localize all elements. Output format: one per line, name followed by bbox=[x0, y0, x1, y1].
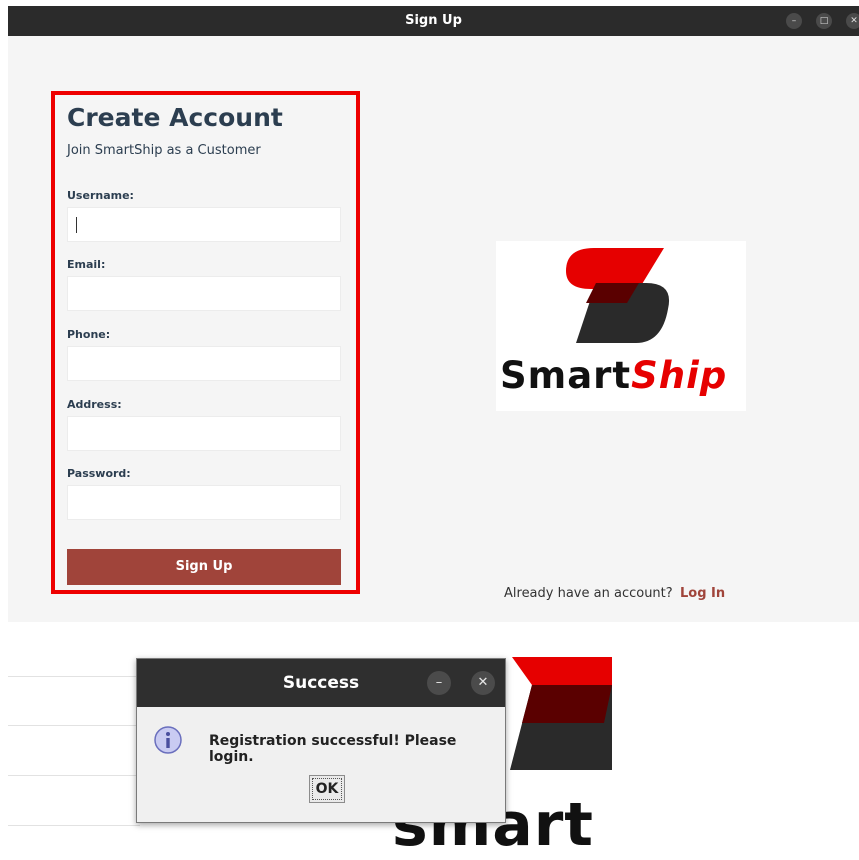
ok-button-label: OK bbox=[315, 781, 339, 797]
phone-field[interactable] bbox=[67, 346, 341, 381]
close-button[interactable]: ✕ bbox=[846, 13, 859, 29]
window-title: Sign Up bbox=[405, 13, 462, 28]
login-prompt: Already have an account? bbox=[504, 586, 673, 601]
background-divider bbox=[8, 775, 140, 776]
background-divider bbox=[8, 825, 140, 826]
window-titlebar: Sign Up – □ ✕ bbox=[8, 6, 859, 36]
text-caret bbox=[76, 217, 77, 233]
password-label: Password: bbox=[67, 467, 131, 480]
login-link[interactable]: Log In bbox=[680, 586, 725, 601]
address-field[interactable] bbox=[67, 416, 341, 451]
logo-panel-partial bbox=[502, 657, 612, 774]
background-divider bbox=[8, 676, 140, 677]
address-label: Address: bbox=[67, 398, 122, 411]
page-subtitle: Join SmartShip as a Customer bbox=[67, 143, 261, 158]
username-label: Username: bbox=[67, 189, 134, 202]
maximize-button[interactable]: □ bbox=[816, 13, 832, 29]
sign-up-button[interactable]: Sign Up bbox=[67, 549, 341, 585]
email-field[interactable] bbox=[67, 276, 341, 311]
background-divider bbox=[8, 725, 140, 726]
ok-button[interactable]: OK bbox=[309, 775, 345, 803]
logo-word-ship: Ship bbox=[631, 354, 728, 397]
smartship-logo-icon bbox=[510, 657, 612, 770]
dialog-minimize-button[interactable]: – bbox=[427, 671, 451, 695]
password-field[interactable] bbox=[67, 485, 341, 520]
success-dialog: Success – ✕ Registration successful! Ple… bbox=[136, 658, 506, 823]
username-field[interactable] bbox=[67, 207, 341, 242]
page-title: Create Account bbox=[67, 103, 283, 132]
logo-word-smart: Smart bbox=[500, 354, 632, 397]
email-label: Email: bbox=[67, 258, 106, 271]
logo-wordmark: SmartShip bbox=[500, 354, 727, 397]
phone-label: Phone: bbox=[67, 328, 111, 341]
minimize-button[interactable]: – bbox=[786, 13, 802, 29]
info-icon bbox=[154, 726, 182, 754]
dialog-close-button[interactable]: ✕ bbox=[471, 671, 495, 695]
dialog-message: Registration successful! Please login. bbox=[209, 733, 457, 765]
